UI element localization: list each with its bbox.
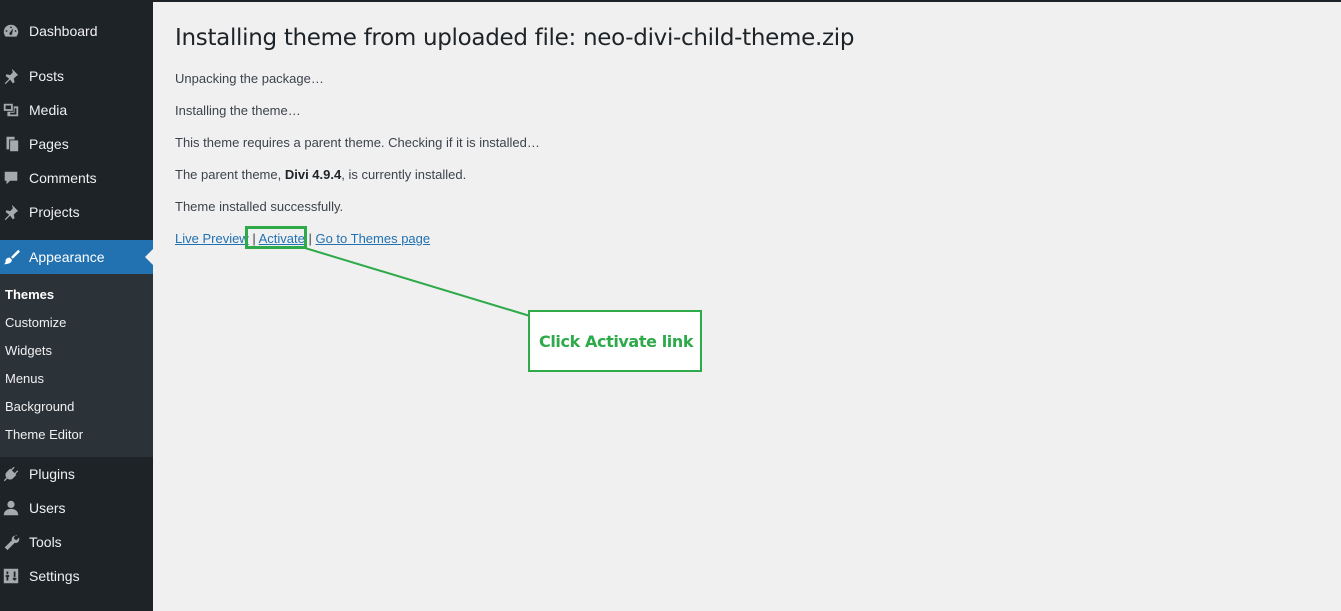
sidebar-item-projects[interactable]: Projects [0,195,153,229]
sidebar-item-posts[interactable]: Posts [0,59,153,93]
submenu-item-themes[interactable]: Themes [5,286,54,304]
submenu-item-menus[interactable]: Menus [5,370,44,388]
sidebar-item-media[interactable]: Media [0,93,153,127]
submenu-item-background[interactable]: Background [5,398,74,416]
sidebar-item-dashboard[interactable]: Dashboard [0,14,153,48]
wrench-icon [1,532,21,552]
pin-icon [1,202,21,222]
status-unpacking: Unpacking the package… [175,71,324,86]
sidebar-item-pages[interactable]: Pages [0,127,153,161]
sidebar-item-label: Tools [29,534,62,550]
media-icon [1,100,21,120]
status-requires-parent: This theme requires a parent theme. Chec… [175,135,540,150]
sidebar-item-tools[interactable]: Tools [0,525,153,559]
admin-sidebar: Dashboard Posts Media Pages Comments Pro… [0,0,153,611]
parent-suffix: , is currently installed. [341,167,467,182]
submenu-item-theme-editor[interactable]: Theme Editor [5,426,83,444]
plug-icon [1,464,21,484]
sidebar-item-label: Comments [29,170,97,186]
sidebar-item-label: Projects [29,204,80,220]
parent-theme-name: Divi 4.9.4 [284,167,342,182]
sidebar-item-settings[interactable]: Settings [0,559,153,593]
pages-icon [1,134,21,154]
comment-icon [1,168,21,188]
sidebar-item-label: Dashboard [29,23,98,39]
activate-highlight-box [245,226,307,249]
sliders-icon [1,566,21,586]
parent-prefix: The parent theme, [175,167,285,182]
sidebar-item-appearance[interactable]: Appearance [0,240,153,274]
paintbrush-icon [1,247,21,267]
user-icon [1,498,21,518]
status-installing: Installing the theme… [175,103,301,118]
sidebar-item-label: Posts [29,68,65,84]
status-parent-installed: The parent theme, Divi 4.9.4, is current… [175,166,466,184]
dashboard-icon [1,21,21,41]
sidebar-item-label: Appearance [29,249,105,265]
sidebar-item-plugins[interactable]: Plugins [0,457,153,491]
sidebar-item-label: Plugins [29,466,75,482]
live-preview-link[interactable]: Live Preview [175,231,249,246]
callout-box: Click Activate link [528,310,702,372]
sidebar-item-label: Settings [29,568,80,584]
status-success: Theme installed successfully. [175,199,344,214]
sidebar-item-label: Users [29,500,66,516]
sidebar-item-users[interactable]: Users [0,491,153,525]
go-to-themes-link[interactable]: Go to Themes page [315,231,430,246]
pin-icon [1,66,21,86]
sidebar-item-label: Media [29,102,68,118]
sidebar-item-comments[interactable]: Comments [0,161,153,195]
sidebar-item-label: Pages [29,136,69,152]
submenu-item-customize[interactable]: Customize [5,314,66,332]
submenu-item-widgets[interactable]: Widgets [5,342,52,360]
page-title: Installing theme from uploaded file: neo… [175,25,855,51]
appearance-submenu: Themes Customize Widgets Menus Backgroun… [0,274,153,457]
main-content: Installing theme from uploaded file: neo… [153,0,1341,611]
